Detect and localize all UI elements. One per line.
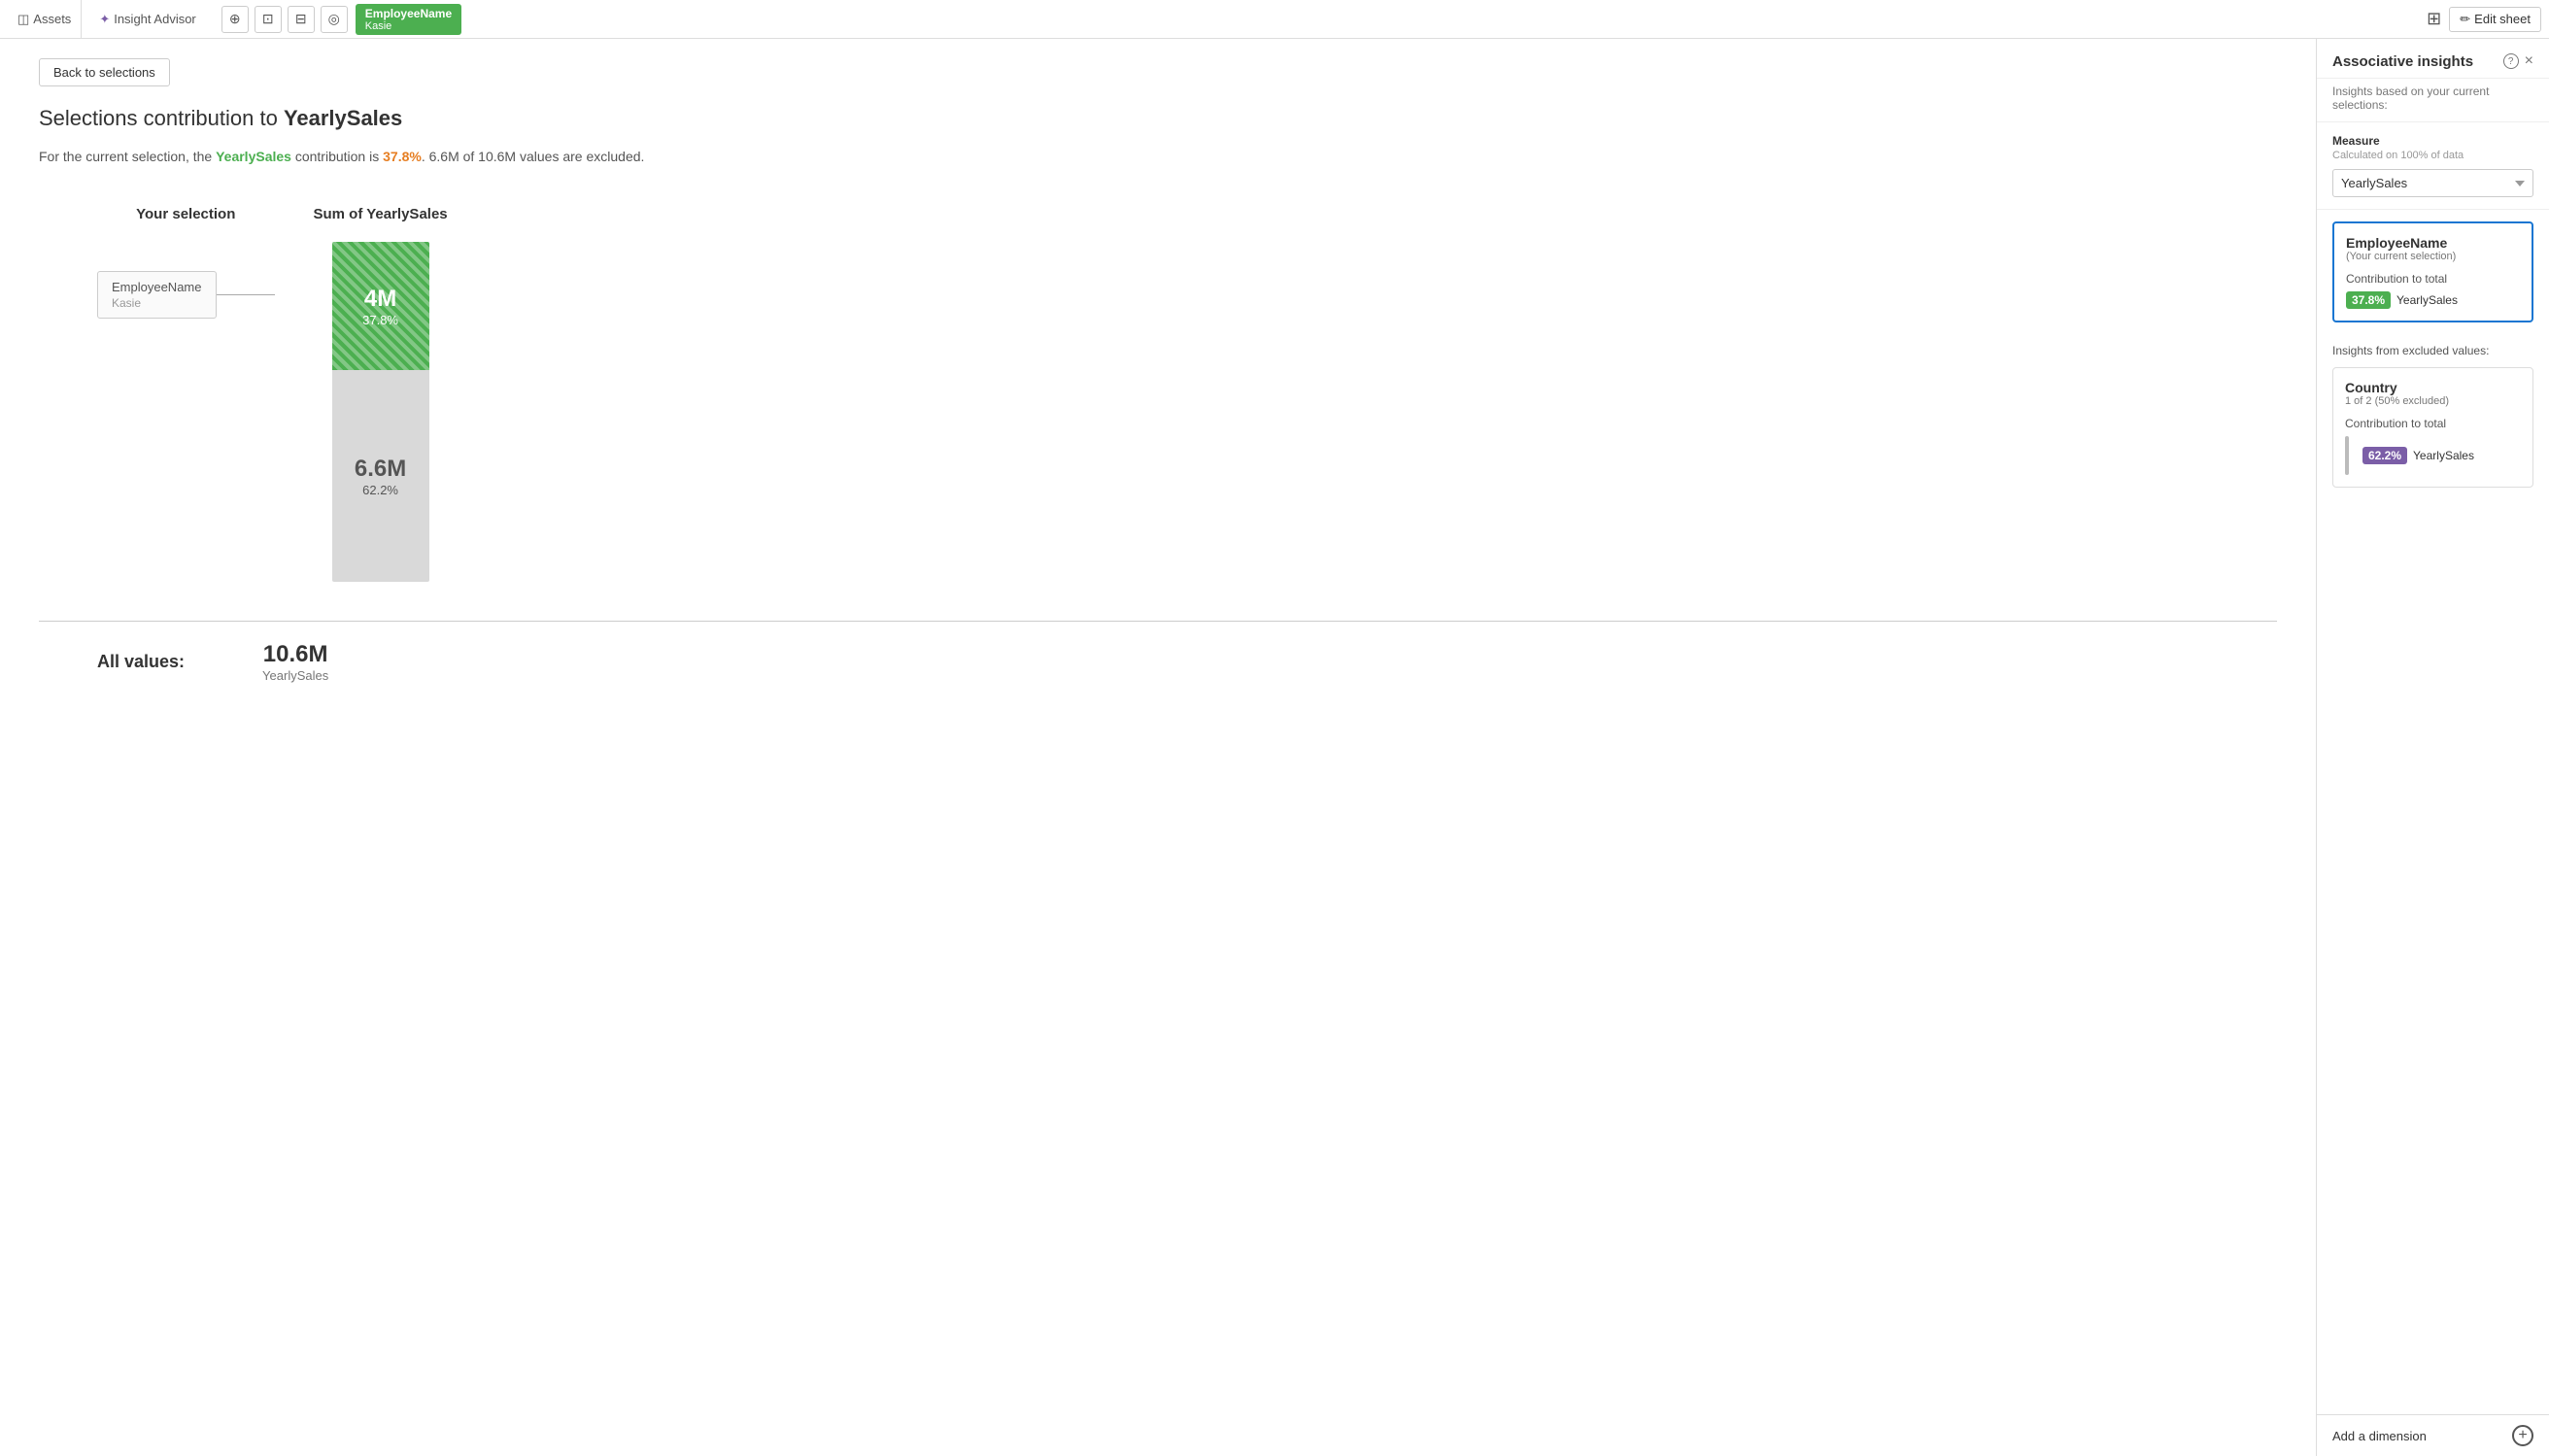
total-sub: YearlySales	[262, 668, 328, 683]
selection-dimension: EmployeeName	[365, 7, 452, 20]
zoom-out-button[interactable]: ⊟	[288, 6, 315, 33]
pencil-icon: ✏	[2460, 12, 2470, 27]
total-label: All values:	[97, 652, 185, 672]
bar-top-value: 4M	[364, 286, 396, 313]
zoom-fit-icon: ⊡	[262, 11, 274, 27]
country-measure-name: YearlySales	[2413, 449, 2474, 462]
bar-column-label: Sum of YearlySales	[314, 206, 448, 222]
subtitle-part1: For the current selection, the	[39, 149, 216, 164]
insight-label: Insight Advisor	[114, 12, 196, 26]
total-number: 10.6M	[263, 641, 328, 668]
dim-card-subtitle: (Your current selection)	[2346, 251, 2520, 262]
add-dimension-label: Add a dimension	[2332, 1429, 2427, 1443]
assets-icon: ◫	[17, 12, 29, 27]
page-title: Selections contribution to YearlySales	[39, 106, 2277, 131]
main-layout: Back to selections Selections contributi…	[0, 39, 2549, 1456]
insight-advisor-tab[interactable]: ✦ Insight Advisor	[89, 0, 205, 38]
country-bar-indicator	[2345, 436, 2349, 475]
measure-select[interactable]: YearlySales	[2332, 169, 2533, 197]
country-contribution-label: Contribution to total	[2345, 417, 2521, 430]
back-to-selections-button[interactable]: Back to selections	[39, 58, 170, 86]
total-values: 10.6M YearlySales	[262, 641, 328, 683]
bar-chart: 4M 37.8% 6.6M 62.2%	[332, 242, 429, 582]
country-dim-card[interactable]: Country 1 of 2 (50% excluded) Contributi…	[2332, 367, 2533, 488]
chart-section: Your selection EmployeeName Kasie Sum of…	[39, 206, 2277, 582]
dim-card-measure: YearlySales	[2396, 293, 2458, 307]
target-button[interactable]: ◎	[321, 6, 348, 33]
add-dimension-row[interactable]: Add a dimension +	[2317, 1414, 2549, 1456]
contribution-label: Contribution to total	[2346, 272, 2520, 286]
zoom-out-icon: ⊟	[295, 11, 307, 27]
edit-sheet-label: Edit sheet	[2474, 12, 2531, 26]
page-title-prefix: Selections contribution to	[39, 106, 284, 130]
selection-column: Your selection EmployeeName Kasie	[97, 206, 275, 319]
excluded-header: Insights from excluded values:	[2317, 334, 2549, 363]
measure-section: Measure Calculated on 100% of data Yearl…	[2317, 122, 2549, 210]
country-card-title: Country	[2345, 380, 2521, 395]
subtitle-pct: 37.8%	[383, 149, 422, 164]
bar-top-pct: 37.8%	[362, 313, 398, 327]
subtitle-highlight: YearlySales	[216, 149, 291, 164]
content-area: Back to selections Selections contributi…	[0, 39, 2316, 1456]
selection-value: Kasie	[365, 20, 452, 32]
assets-label: Assets	[33, 12, 71, 26]
selection-box: EmployeeName Kasie	[97, 271, 217, 319]
connector-line	[217, 294, 275, 295]
measure-sublabel: Calculated on 100% of data	[2332, 150, 2533, 161]
right-panel: Associative insights ? × Insights based …	[2316, 39, 2549, 1456]
selection-pill[interactable]: EmployeeName Kasie	[356, 4, 461, 35]
subtitle-part3: . 6.6M of 10.6M values are excluded.	[422, 149, 645, 164]
edit-sheet-button[interactable]: ✏ Edit sheet	[2449, 7, 2541, 32]
page-title-measure: YearlySales	[284, 106, 402, 130]
subtitle: For the current selection, the YearlySal…	[39, 147, 2277, 167]
target-icon: ◎	[328, 11, 340, 27]
bar-selected: 4M 37.8%	[332, 242, 429, 370]
panel-title: Associative insights	[2332, 53, 2473, 70]
toolbar-icons: ⊕ ⊡ ⊟ ◎	[221, 6, 348, 33]
add-dimension-button[interactable]: +	[2512, 1425, 2533, 1446]
insight-icon: ✦	[99, 12, 110, 27]
purple-pct-badge: 62.2%	[2362, 447, 2407, 464]
zoom-in-button[interactable]: ⊕	[221, 6, 249, 33]
bar-column: Sum of YearlySales 4M 37.8% 6.6M 62.2%	[314, 206, 448, 582]
zoom-fit-button[interactable]: ⊡	[255, 6, 282, 33]
topbar: ◫ Assets ✦ Insight Advisor ⊕ ⊡ ⊟ ◎ Emplo…	[0, 0, 2549, 39]
total-section: All values: 10.6M YearlySales	[39, 621, 2277, 683]
employee-dim-card[interactable]: EmployeeName (Your current selection) Co…	[2332, 221, 2533, 322]
zoom-in-icon: ⊕	[229, 11, 241, 27]
country-contribution-row: 62.2% YearlySales	[2345, 436, 2521, 475]
assets-tab[interactable]: ◫ Assets	[8, 0, 82, 38]
panel-subtitle: Insights based on your current selection…	[2317, 79, 2549, 122]
selection-dim-value: Kasie	[112, 296, 202, 310]
measure-label: Measure	[2332, 134, 2533, 148]
add-icon: +	[2518, 1428, 2527, 1443]
green-pct-badge: 37.8%	[2346, 291, 2391, 309]
bar-bottom-value: 6.6M	[355, 456, 406, 483]
grid-view-icon[interactable]: ⊞	[2427, 9, 2441, 29]
bar-excluded: 6.6M 62.2%	[332, 370, 429, 582]
close-icon[interactable]: ×	[2525, 52, 2533, 70]
help-icon[interactable]: ?	[2503, 53, 2519, 69]
selection-dim-name: EmployeeName	[112, 280, 202, 294]
country-card-subtitle: 1 of 2 (50% excluded)	[2345, 395, 2521, 407]
contribution-row: 37.8% YearlySales	[2346, 291, 2520, 309]
subtitle-part2: contribution is	[291, 149, 383, 164]
bar-bottom-pct: 62.2%	[362, 483, 398, 497]
topbar-right: ⊞ ✏ Edit sheet	[2427, 7, 2541, 32]
dim-card-title: EmployeeName	[2346, 235, 2520, 251]
panel-header: Associative insights ? ×	[2317, 39, 2549, 79]
selection-column-label: Your selection	[136, 206, 235, 222]
